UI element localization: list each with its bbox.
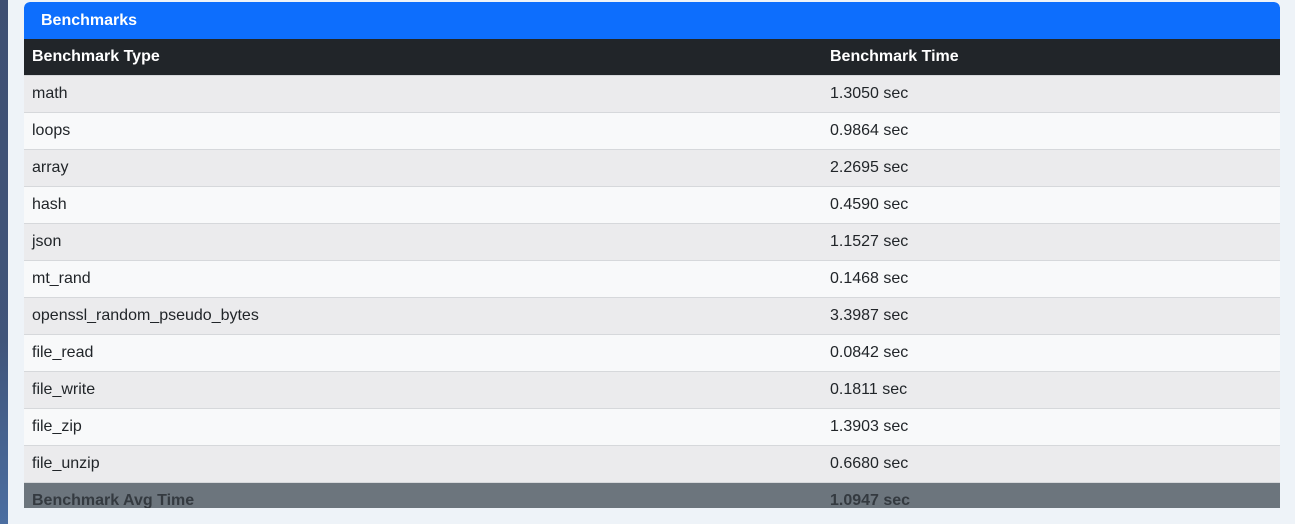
benchmark-type-cell: openssl_random_pseudo_bytes bbox=[24, 297, 822, 335]
benchmark-time-cell: 1.1527 sec bbox=[822, 223, 1280, 261]
table-header-row: Benchmark Type Benchmark Time bbox=[24, 39, 1280, 76]
benchmark-time-cell: 0.1811 sec bbox=[822, 371, 1280, 409]
table-row: file_zip 1.3903 sec bbox=[24, 408, 1280, 446]
table-row: file_unzip 0.6680 sec bbox=[24, 445, 1280, 483]
benchmark-table: Benchmark Type Benchmark Time math 1.305… bbox=[24, 39, 1280, 508]
table-row: math 1.3050 sec bbox=[24, 75, 1280, 113]
table-row: file_read 0.0842 sec bbox=[24, 334, 1280, 372]
benchmarks-card: Benchmarks Benchmark Type Benchmark Time… bbox=[24, 2, 1280, 508]
table-row: loops 0.9864 sec bbox=[24, 112, 1280, 150]
table-body: math 1.3050 sec loops 0.9864 sec array 2… bbox=[24, 75, 1280, 483]
sidebar-edge bbox=[0, 0, 8, 524]
benchmark-type-cell: file_unzip bbox=[24, 445, 822, 483]
benchmark-time-cell: 3.3987 sec bbox=[822, 297, 1280, 335]
benchmark-time-cell: 1.3050 sec bbox=[822, 75, 1280, 113]
average-row: Benchmark Avg Time 1.0947 sec bbox=[24, 482, 1280, 508]
column-header-benchmark-type: Benchmark Type bbox=[24, 39, 822, 76]
benchmark-time-cell: 0.6680 sec bbox=[822, 445, 1280, 483]
average-label: Benchmark Avg Time bbox=[24, 482, 822, 508]
table-row: json 1.1527 sec bbox=[24, 223, 1280, 261]
benchmark-time-cell: 0.1468 sec bbox=[822, 260, 1280, 298]
benchmark-type-cell: file_write bbox=[24, 371, 822, 409]
benchmark-type-cell: array bbox=[24, 149, 822, 187]
benchmark-time-cell: 1.3903 sec bbox=[822, 408, 1280, 446]
table-row: array 2.2695 sec bbox=[24, 149, 1280, 187]
benchmark-type-cell: json bbox=[24, 223, 822, 261]
table-foot: Benchmark Avg Time 1.0947 sec bbox=[24, 482, 1280, 508]
benchmark-time-cell: 2.2695 sec bbox=[822, 149, 1280, 187]
table-row: openssl_random_pseudo_bytes 3.3987 sec bbox=[24, 297, 1280, 335]
table-head: Benchmark Type Benchmark Time bbox=[24, 39, 1280, 76]
benchmark-type-cell: file_zip bbox=[24, 408, 822, 446]
benchmark-type-cell: loops bbox=[24, 112, 822, 150]
column-header-benchmark-time: Benchmark Time bbox=[822, 39, 1280, 76]
table-row: file_write 0.1811 sec bbox=[24, 371, 1280, 409]
benchmark-time-cell: 0.4590 sec bbox=[822, 186, 1280, 224]
table-row: mt_rand 0.1468 sec bbox=[24, 260, 1280, 298]
benchmark-time-cell: 0.9864 sec bbox=[822, 112, 1280, 150]
benchmark-type-cell: mt_rand bbox=[24, 260, 822, 298]
benchmark-type-cell: math bbox=[24, 75, 822, 113]
benchmark-type-cell: hash bbox=[24, 186, 822, 224]
benchmark-time-cell: 0.0842 sec bbox=[822, 334, 1280, 372]
average-time: 1.0947 sec bbox=[822, 482, 1280, 508]
card-title: Benchmarks bbox=[24, 2, 1280, 39]
benchmark-type-cell: file_read bbox=[24, 334, 822, 372]
table-row: hash 0.4590 sec bbox=[24, 186, 1280, 224]
